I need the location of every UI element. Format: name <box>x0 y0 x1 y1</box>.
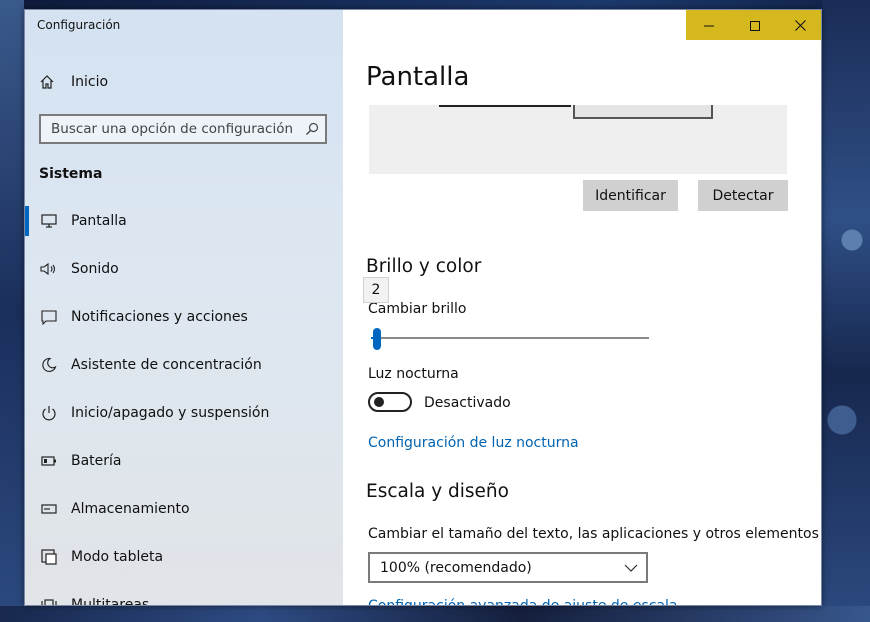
advanced-scaling-link[interactable]: Configuración avanzada de ajuste de esca… <box>368 598 678 605</box>
sidebar-item-inicio-apagado[interactable]: Inicio/apagado y suspensión <box>25 393 343 433</box>
title-bar-controls <box>686 10 821 40</box>
identify-button[interactable]: Identificar <box>583 180 678 211</box>
sidebar-item-asistente[interactable]: Asistente de concentración <box>25 345 343 385</box>
night-light-state: Desactivado <box>424 395 511 411</box>
main-content: Pantalla Identificar Detectar Brillo y c… <box>343 10 821 605</box>
sidebar-item-label: Modo tableta <box>71 549 164 565</box>
maximize-icon <box>749 16 760 35</box>
tablet-icon <box>39 549 59 565</box>
sidebar-home[interactable]: Inicio <box>37 71 108 93</box>
detect-button[interactable]: Detectar <box>698 180 788 211</box>
sidebar-item-modo-tableta[interactable]: Modo tableta <box>25 537 343 577</box>
brightness-slider-thumb[interactable] <box>372 328 381 350</box>
desktop-background-left <box>0 0 24 622</box>
sidebar-item-label: Asistente de concentración <box>71 357 262 373</box>
brightness-slider-track[interactable] <box>371 337 649 339</box>
moon-icon <box>39 357 59 373</box>
scale-heading: Escala y diseño <box>366 481 509 502</box>
sidebar-item-pantalla[interactable]: Pantalla <box>25 201 343 241</box>
minimize-button[interactable] <box>686 10 732 40</box>
scale-label: Cambiar el tamaño del texto, las aplicac… <box>368 526 819 542</box>
sidebar-item-label: Batería <box>71 453 122 469</box>
page-title: Pantalla <box>366 62 470 92</box>
notification-icon <box>39 309 59 325</box>
night-light-toggle[interactable] <box>368 392 412 412</box>
active-indicator <box>25 206 29 236</box>
brightness-heading: Brillo y color <box>366 256 482 277</box>
desktop-background-right <box>822 0 870 622</box>
search-icon[interactable] <box>299 122 325 136</box>
speaker-icon <box>39 262 59 276</box>
monitor-icon <box>39 214 59 228</box>
display-monitor-2[interactable] <box>573 105 713 119</box>
search-input[interactable] <box>41 120 299 138</box>
search-box[interactable] <box>39 114 327 144</box>
sidebar-item-label: Notificaciones y acciones <box>71 309 248 325</box>
brightness-label: Cambiar brillo <box>368 301 467 317</box>
desktop-background-bottom <box>0 606 870 622</box>
window-title: Configuración <box>37 18 121 32</box>
display-arrangement-area[interactable] <box>369 105 787 174</box>
scale-dropdown[interactable]: 100% (recomendado) <box>368 552 648 583</box>
sidebar-item-label: Pantalla <box>71 213 127 229</box>
sidebar-item-notificaciones[interactable]: Notificaciones y acciones <box>25 297 343 337</box>
display-monitor-1[interactable] <box>439 105 571 107</box>
storage-icon <box>39 504 59 514</box>
sidebar-item-label: Sonido <box>71 261 119 277</box>
multitask-icon <box>39 597 59 605</box>
sidebar-item-sonido[interactable]: Sonido <box>25 249 343 289</box>
night-light-settings-link[interactable]: Configuración de luz nocturna <box>368 435 579 451</box>
sidebar-item-label: Almacenamiento <box>71 501 190 517</box>
chevron-down-icon <box>616 564 646 572</box>
sidebar-item-bateria[interactable]: Batería <box>25 441 343 481</box>
toggle-knob <box>374 397 384 407</box>
close-icon <box>794 16 806 35</box>
brightness-value-tooltip: 2 <box>363 277 389 303</box>
scale-dropdown-value: 100% (recomendado) <box>380 559 532 576</box>
minimize-icon <box>703 16 714 35</box>
battery-icon <box>39 455 59 467</box>
sidebar-item-almacenamiento[interactable]: Almacenamiento <box>25 489 343 529</box>
home-icon <box>37 74 57 90</box>
sidebar: Configuración Inicio Sistema Pantalla <box>25 10 343 606</box>
close-button[interactable] <box>777 10 821 40</box>
settings-window: Configuración Inicio Sistema Pantalla <box>24 9 822 606</box>
sidebar-home-label: Inicio <box>71 74 109 90</box>
sidebar-item-label: Inicio/apagado y suspensión <box>71 405 270 421</box>
maximize-button[interactable] <box>732 10 778 40</box>
sidebar-section-system: Sistema <box>39 166 103 182</box>
night-light-label: Luz nocturna <box>368 366 459 382</box>
power-icon <box>39 405 59 421</box>
sidebar-item-multitareas[interactable]: Multitareas <box>25 585 343 606</box>
sidebar-item-label: Multitareas <box>71 597 150 606</box>
